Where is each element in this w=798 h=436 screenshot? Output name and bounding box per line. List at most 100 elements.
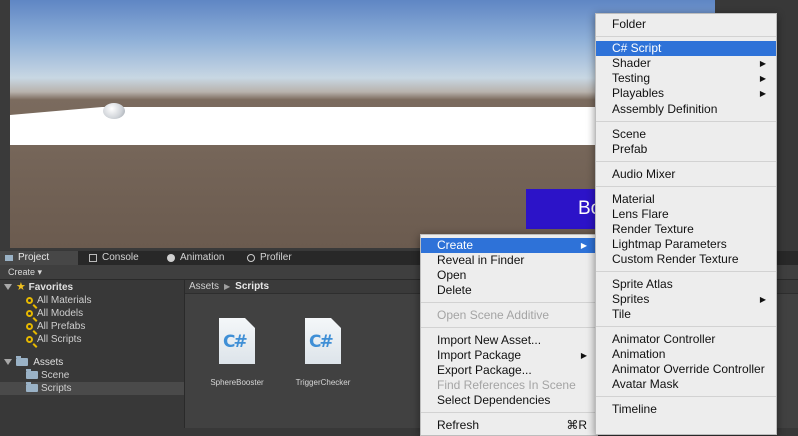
- breadcrumb-current[interactable]: Scripts: [235, 281, 269, 292]
- tab-profiler-label: Profiler: [260, 252, 292, 263]
- tree-item-all-scripts[interactable]: All Scripts: [26, 333, 81, 346]
- tab-project[interactable]: Project: [0, 251, 78, 265]
- menu-item-avatar-mask[interactable]: Avatar Mask: [596, 377, 776, 392]
- folder-icon: [16, 356, 28, 366]
- shortcut-label: ⌘R: [566, 418, 587, 432]
- tree-item-all-materials[interactable]: All Materials: [26, 294, 91, 307]
- tree-item-label: All Scripts: [37, 334, 82, 345]
- asset-item[interactable]: C# TriggerChecker: [283, 318, 363, 387]
- tab-animation-label: Animation: [180, 252, 225, 263]
- tree-item-assets[interactable]: Assets: [4, 356, 63, 369]
- submenu-arrow-icon: ▶: [759, 295, 766, 304]
- menu-separator: [596, 121, 776, 122]
- expand-triangle-icon[interactable]: [4, 359, 12, 366]
- favorites-label: Favorites: [28, 282, 74, 293]
- tree-item-scene[interactable]: Scene: [26, 369, 69, 382]
- expand-triangle-icon[interactable]: [4, 284, 12, 291]
- tree-item-all-prefabs[interactable]: All Prefabs: [26, 320, 85, 333]
- menu-item-open-scene-additive: Open Scene Additive: [437, 308, 550, 322]
- menu-item-find-references: Find References In Scene: [437, 378, 576, 392]
- menu-separator: [421, 327, 597, 328]
- menu-item-material[interactable]: Material: [596, 192, 776, 207]
- menu-item-testing[interactable]: Testing ▶: [596, 71, 776, 86]
- search-icon: [26, 323, 33, 330]
- menu-item-select-dependencies[interactable]: Select Dependencies: [421, 393, 597, 408]
- csharp-script-icon: C#: [305, 318, 341, 364]
- context-menu: Create ▶ Reveal in Finder Open Delete Ope…: [420, 234, 598, 436]
- menu-item-tile[interactable]: Tile: [596, 307, 776, 322]
- menu-item-playables[interactable]: Playables ▶: [596, 86, 776, 101]
- profiler-icon: [247, 254, 255, 262]
- tab-console-label: Console: [102, 252, 139, 263]
- menu-item-import-package[interactable]: Import Package ▶: [421, 348, 597, 363]
- menu-item-custom-render-texture[interactable]: Custom Render Texture: [596, 252, 776, 267]
- submenu-arrow-icon: ▶: [580, 351, 587, 360]
- folder-icon: [26, 369, 38, 379]
- tree-item-scripts[interactable]: Scripts: [0, 382, 184, 395]
- tree-item-label: All Materials: [37, 295, 92, 306]
- menu-item-refresh[interactable]: Refresh ⌘R: [421, 418, 597, 433]
- scene-sphere[interactable]: [103, 103, 125, 119]
- asset-item[interactable]: C# SphereBooster: [197, 318, 277, 387]
- menu-separator: [596, 271, 776, 272]
- menu-item-csharp-script[interactable]: C# Script: [596, 41, 776, 56]
- menu-item-assembly-definition[interactable]: Assembly Definition: [596, 102, 776, 117]
- menu-item-import-new-asset[interactable]: Import New Asset...: [421, 333, 597, 348]
- menu-separator: [421, 302, 597, 303]
- asset-name: SphereBooster: [210, 378, 264, 387]
- tree-item-label: All Models: [37, 308, 84, 319]
- menu-item-sprites[interactable]: Sprites ▶: [596, 292, 776, 307]
- menu-item-lens-flare[interactable]: Lens Flare: [596, 207, 776, 222]
- menu-item-open[interactable]: Open: [421, 268, 597, 283]
- menu-item-reveal-in-finder[interactable]: Reveal in Finder: [421, 253, 597, 268]
- create-submenu: Folder C# Script Shader ▶ Testing ▶ Playab…: [595, 13, 777, 435]
- search-icon: [26, 336, 33, 343]
- menu-separator: [596, 396, 776, 397]
- breadcrumb-root[interactable]: Assets: [189, 281, 219, 292]
- menu-separator: [596, 326, 776, 327]
- console-icon: [89, 254, 97, 262]
- create-dropdown-button[interactable]: Create ▾: [4, 266, 46, 278]
- menu-item-delete[interactable]: Delete: [421, 283, 597, 298]
- menu-item-lightmap-parameters[interactable]: Lightmap Parameters: [596, 237, 776, 252]
- menu-item-animator-override-controller[interactable]: Animator Override Controller: [596, 362, 776, 377]
- menu-separator: [596, 36, 776, 37]
- menu-item-create[interactable]: Create ▶: [421, 238, 597, 253]
- submenu-arrow-icon: ▶: [580, 241, 587, 250]
- breadcrumb-separator-icon: ▶: [224, 282, 231, 291]
- tab-console[interactable]: Console: [84, 251, 160, 265]
- tree-item-label: All Prefabs: [37, 321, 86, 332]
- menu-item-folder[interactable]: Folder: [596, 17, 776, 32]
- menu-item-prefab[interactable]: Prefab: [596, 142, 776, 157]
- folder-icon: [5, 255, 13, 261]
- menu-item-shader[interactable]: Shader ▶: [596, 56, 776, 71]
- menu-separator: [596, 186, 776, 187]
- search-icon: [26, 297, 33, 304]
- menu-separator: [421, 412, 597, 413]
- menu-item-audio-mixer[interactable]: Audio Mixer: [596, 167, 776, 182]
- tree-item-label: Scripts: [41, 383, 72, 394]
- submenu-arrow-icon: ▶: [759, 59, 766, 68]
- csharp-script-icon: C#: [219, 318, 255, 364]
- menu-item-export-package[interactable]: Export Package...: [421, 363, 597, 378]
- project-tree[interactable]: ★ Favorites All Materials All Models All…: [0, 280, 185, 428]
- menu-item-scene[interactable]: Scene: [596, 127, 776, 142]
- folder-icon: [26, 382, 38, 392]
- menu-item-render-texture[interactable]: Render Texture: [596, 222, 776, 237]
- tab-profiler[interactable]: Profiler: [242, 251, 322, 265]
- assets-label: Assets: [33, 357, 64, 368]
- tree-item-all-models[interactable]: All Models: [26, 307, 83, 320]
- tree-item-label: Scene: [41, 370, 70, 381]
- tab-animation[interactable]: Animation: [162, 251, 242, 265]
- submenu-arrow-icon: ▶: [759, 89, 766, 98]
- submenu-arrow-icon: ▶: [759, 74, 766, 83]
- menu-separator: [596, 161, 776, 162]
- tree-item-favorites[interactable]: ★ Favorites: [4, 281, 73, 294]
- animation-icon: [167, 254, 175, 262]
- menu-item-sprite-atlas[interactable]: Sprite Atlas: [596, 277, 776, 292]
- tab-project-label: Project: [18, 252, 50, 263]
- menu-item-animation[interactable]: Animation: [596, 347, 776, 362]
- menu-item-timeline[interactable]: Timeline: [596, 402, 776, 417]
- menu-item-animator-controller[interactable]: Animator Controller: [596, 332, 776, 347]
- search-icon: [26, 310, 33, 317]
